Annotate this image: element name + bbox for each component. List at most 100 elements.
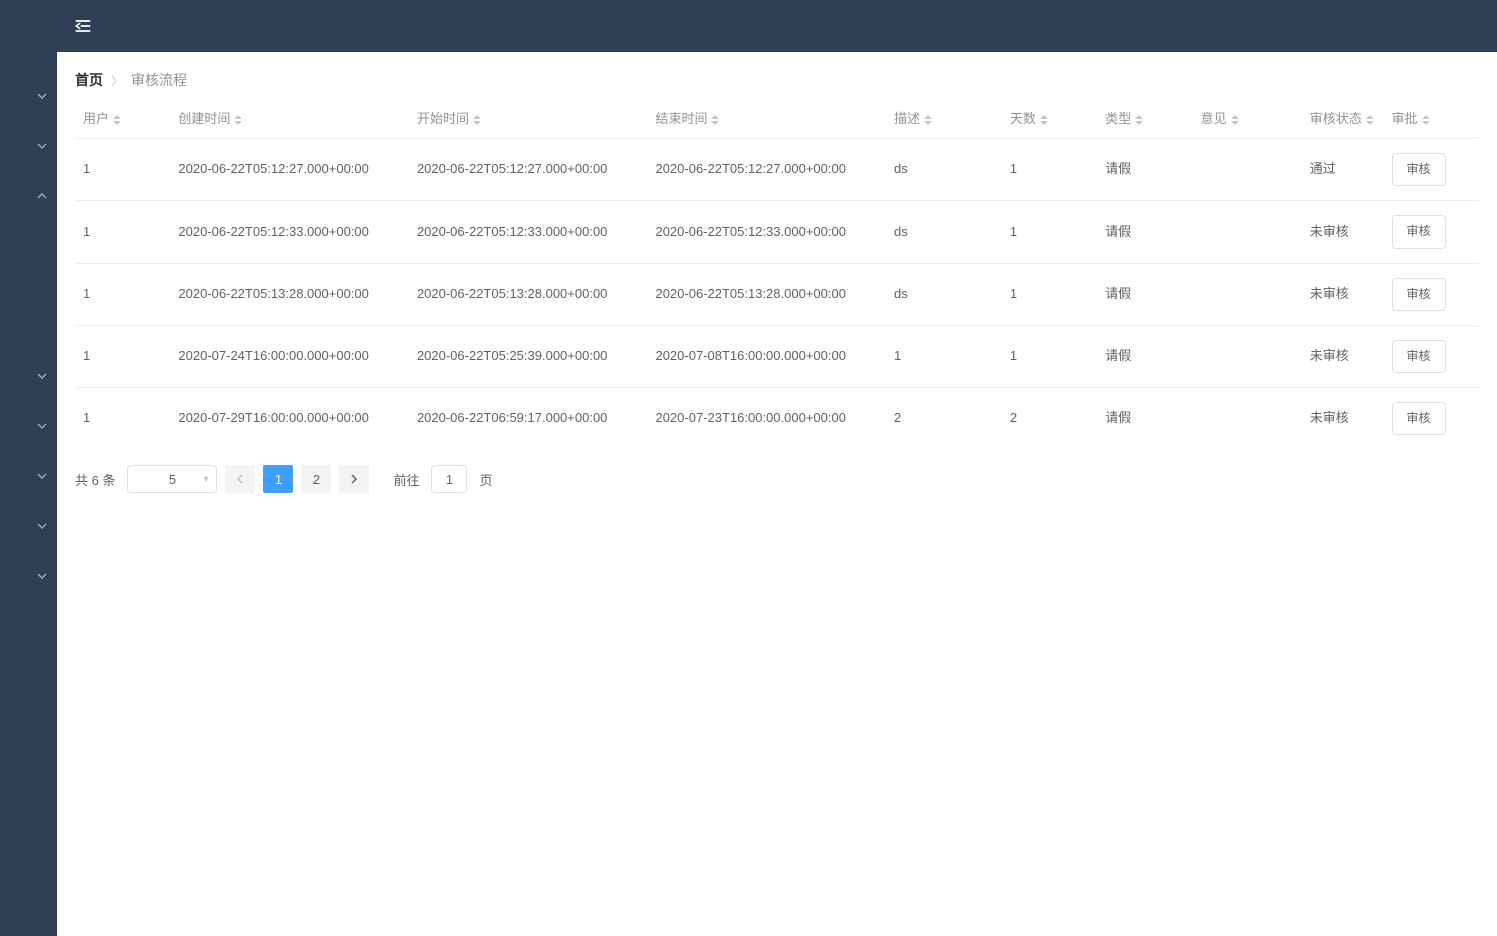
table-row: 12020-06-22T05:13:28.000+00:002020-06-22…	[75, 263, 1479, 325]
col-approve[interactable]: 审批	[1384, 100, 1480, 139]
breadcrumb-current: 审核流程	[131, 70, 187, 90]
cell-desc: ds	[886, 263, 1002, 325]
cell-create_time: 2020-07-24T16:00:00.000+00:00	[170, 325, 409, 387]
cell-type: 请假	[1097, 201, 1192, 263]
sort-icon	[1422, 115, 1430, 125]
cell-end_time: 2020-06-22T05:12:33.000+00:00	[647, 201, 886, 263]
sidebar-item-3[interactable]	[28, 370, 56, 382]
cell-end_time: 2020-07-08T16:00:00.000+00:00	[647, 325, 886, 387]
sort-icon	[711, 115, 719, 125]
pager-page-1[interactable]: 1	[263, 465, 293, 493]
cell-end_time: 2020-06-22T05:12:27.000+00:00	[647, 139, 886, 201]
approve-button[interactable]: 审核	[1392, 215, 1446, 248]
approve-button[interactable]: 审核	[1392, 153, 1446, 186]
cell-status: 未审核	[1302, 201, 1384, 263]
pagination-jump-prefix: 前往	[393, 470, 419, 489]
cell-create_time: 2020-06-22T05:13:28.000+00:00	[170, 263, 409, 325]
pager-next-button[interactable]	[339, 465, 369, 493]
cell-desc: ds	[886, 139, 1002, 201]
sidebar-item-4[interactable]	[28, 420, 56, 432]
pagination: 共 6 条 5 ▾ 12 前往 页	[75, 449, 1479, 509]
cell-end_time: 2020-07-23T16:00:00.000+00:00	[647, 387, 886, 449]
sort-icon	[1040, 115, 1048, 125]
page-size-value: 5	[169, 472, 176, 487]
cell-opinion	[1193, 387, 1302, 449]
col-create-time[interactable]: 创建时间	[170, 100, 409, 139]
cell-desc: 1	[886, 325, 1002, 387]
cell-status: 未审核	[1302, 325, 1384, 387]
cell-days: 1	[1002, 201, 1097, 263]
chevron-down-icon: ▾	[203, 474, 208, 485]
cell-status: 未审核	[1302, 263, 1384, 325]
table-row: 12020-07-29T16:00:00.000+00:002020-06-22…	[75, 387, 1479, 449]
cell-user: 1	[75, 139, 170, 201]
cell-type: 请假	[1097, 263, 1192, 325]
cell-opinion	[1193, 263, 1302, 325]
col-days[interactable]: 天数	[1002, 100, 1097, 139]
cell-approve: 审核	[1384, 201, 1480, 263]
cell-desc: 2	[886, 387, 1002, 449]
page-size-select[interactable]: 5 ▾	[127, 465, 217, 493]
approve-button[interactable]: 审核	[1392, 278, 1446, 311]
approve-button[interactable]: 审核	[1392, 402, 1446, 435]
cell-start_time: 2020-06-22T05:25:39.000+00:00	[409, 325, 648, 387]
cell-opinion	[1193, 325, 1302, 387]
sort-icon	[1135, 115, 1143, 125]
table-row: 12020-07-24T16:00:00.000+00:002020-06-22…	[75, 325, 1479, 387]
cell-type: 请假	[1097, 387, 1192, 449]
cell-opinion	[1193, 139, 1302, 201]
col-start-time[interactable]: 开始时间	[409, 100, 648, 139]
sort-icon	[113, 115, 121, 125]
cell-days: 1	[1002, 139, 1097, 201]
cell-days: 1	[1002, 263, 1097, 325]
pagination-jump-input[interactable]	[431, 465, 467, 493]
collapse-sidebar-icon[interactable]	[73, 16, 93, 36]
sidebar-item-7[interactable]	[28, 570, 56, 582]
cell-approve: 审核	[1384, 325, 1480, 387]
cell-user: 1	[75, 325, 170, 387]
table-header-row: 用户 创建时间 开始时间 结束时间 描述 天数 类型 意见 审核状态 审批	[75, 100, 1479, 139]
sidebar-item-1[interactable]	[28, 140, 56, 152]
approval-table: 用户 创建时间 开始时间 结束时间 描述 天数 类型 意见 审核状态 审批 12…	[75, 100, 1479, 449]
col-desc[interactable]: 描述	[886, 100, 1002, 139]
cell-create_time: 2020-06-22T05:12:27.000+00:00	[170, 139, 409, 201]
cell-type: 请假	[1097, 325, 1192, 387]
sidebar-item-6[interactable]	[28, 520, 56, 532]
cell-start_time: 2020-06-22T05:12:33.000+00:00	[409, 201, 648, 263]
pagination-total: 共 6 条	[75, 470, 115, 489]
sort-icon	[473, 115, 481, 125]
cell-approve: 审核	[1384, 387, 1480, 449]
col-type[interactable]: 类型	[1097, 100, 1192, 139]
cell-start_time: 2020-06-22T06:59:17.000+00:00	[409, 387, 648, 449]
cell-create_time: 2020-07-29T16:00:00.000+00:00	[170, 387, 409, 449]
pager-prev-button[interactable]	[225, 465, 255, 493]
cell-approve: 审核	[1384, 263, 1480, 325]
col-user[interactable]: 用户	[75, 100, 170, 139]
sort-icon	[234, 115, 242, 125]
sidebar-nav	[0, 0, 56, 936]
pagination-jump-suffix: 页	[479, 470, 492, 489]
col-status[interactable]: 审核状态	[1302, 100, 1384, 139]
col-opinion[interactable]: 意见	[1193, 100, 1302, 139]
cell-user: 1	[75, 387, 170, 449]
cell-start_time: 2020-06-22T05:13:28.000+00:00	[409, 263, 648, 325]
breadcrumb-home[interactable]: 首页	[75, 70, 103, 90]
cell-status: 通过	[1302, 139, 1384, 201]
col-end-time[interactable]: 结束时间	[647, 100, 886, 139]
sidebar-item-0[interactable]	[28, 90, 56, 102]
cell-days: 2	[1002, 387, 1097, 449]
cell-user: 1	[75, 263, 170, 325]
table-row: 1 2020-06-22T05:12:33.000+00:002020-06-22…	[75, 201, 1479, 263]
sidebar-item-2[interactable]	[28, 190, 56, 202]
cell-start_time: 2020-06-22T05:12:27.000+00:00	[409, 139, 648, 201]
cell-type: 请假	[1097, 139, 1192, 201]
pager-page-2[interactable]: 2	[301, 465, 331, 493]
sidebar-item-5[interactable]	[28, 470, 56, 482]
cell-days: 1	[1002, 325, 1097, 387]
cell-end_time: 2020-06-22T05:13:28.000+00:00	[647, 263, 886, 325]
table-row: 12020-06-22T05:12:27.000+00:002020-06-22…	[75, 139, 1479, 201]
approve-button[interactable]: 审核	[1392, 340, 1446, 373]
cell-opinion	[1193, 201, 1302, 263]
main-content: 首页 〉 审核流程	[57, 52, 1497, 509]
breadcrumb: 首页 〉 审核流程	[75, 70, 1479, 90]
